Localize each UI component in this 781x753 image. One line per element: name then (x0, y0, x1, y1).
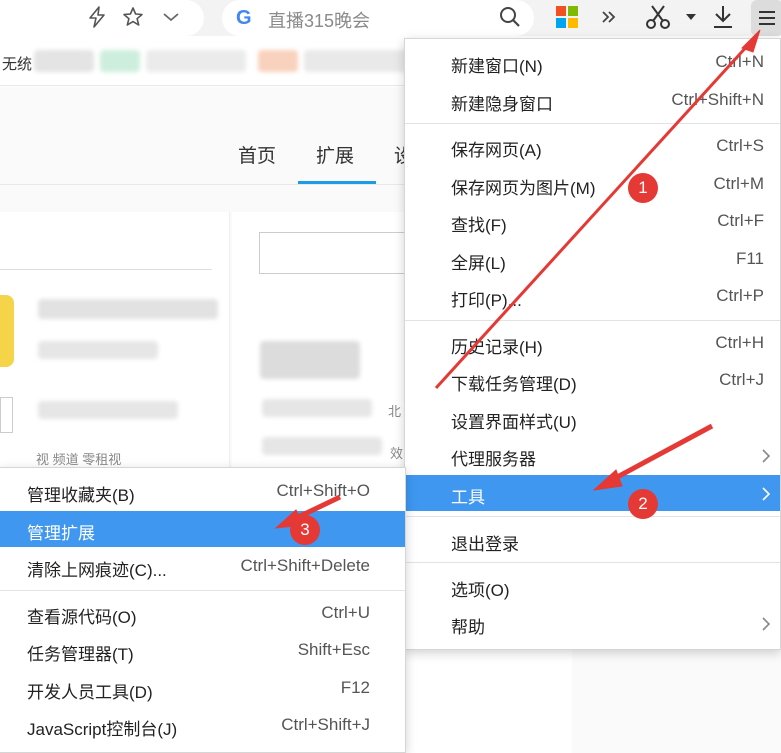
search-box[interactable]: G 直播315晚会 (222, 0, 534, 36)
blurred-text (262, 399, 372, 417)
menu-item-ui-style[interactable]: 设置界面样式(U) (405, 400, 780, 436)
double-chevron-icon[interactable] (594, 2, 624, 32)
menu-item-task-manager[interactable]: 任务管理器(T) Shift+Esc (0, 632, 405, 668)
menu-item-logout[interactable]: 退出登录 (405, 522, 780, 558)
chevron-down-icon[interactable] (156, 2, 186, 32)
search-icon[interactable] (498, 5, 522, 34)
step-badge-3: 3 (290, 515, 320, 545)
apps-grid-icon[interactable] (552, 2, 582, 32)
blurred-text (38, 299, 218, 319)
step-badge-1: 1 (628, 173, 658, 203)
menu-item-tools[interactable]: 工具 (405, 475, 780, 511)
tab-extensions[interactable]: 扩展 (316, 141, 354, 168)
download-icon[interactable] (708, 2, 738, 32)
hamburger-menu-icon[interactable] (751, 0, 781, 36)
blurred-text (38, 401, 178, 419)
blurred-bookmark[interactable] (100, 50, 140, 72)
tab-home[interactable]: 首页 (238, 141, 276, 168)
checkbox[interactable] (0, 397, 13, 433)
menu-item-developer-tools[interactable]: 开发人员工具(D) F12 (0, 670, 405, 706)
scissors-dropdown-icon[interactable] (676, 2, 706, 32)
menu-separator (0, 590, 405, 591)
blurred-bookmark[interactable] (304, 50, 414, 72)
browser-main-menu: 新建窗口(N) Ctrl+N 新建隐身窗口 Ctrl+Shift+N 保存网页(… (404, 38, 781, 650)
menu-item-proxy-server[interactable]: 代理服务器 (405, 437, 780, 473)
divider (0, 269, 212, 270)
bookmark-item[interactable]: 无统 (2, 53, 32, 74)
menu-item-manage-bookmarks[interactable]: 管理收藏夹(B) Ctrl+Shift+O (0, 473, 405, 509)
browser-toolbar: G 直播315晚会 (0, 0, 781, 36)
star-icon[interactable] (118, 2, 148, 32)
step-badge-2: 2 (628, 489, 658, 519)
menu-item-history[interactable]: 历史记录(H) Ctrl+H (405, 325, 780, 361)
blurred-text (262, 437, 382, 455)
menu-item-save-page[interactable]: 保存网页(A) Ctrl+S (405, 128, 780, 164)
menu-item-save-page-as-image[interactable]: 保存网页为图片(M) Ctrl+M (405, 166, 780, 202)
menu-item-clear-browsing-data[interactable]: 清除上网痕迹(C)... Ctrl+Shift+Delete (0, 548, 405, 584)
partial-text: 效 (390, 446, 404, 461)
menu-item-find[interactable]: 查找(F) Ctrl+F (405, 203, 780, 239)
menu-item-new-incognito-window[interactable]: 新建隐身窗口 Ctrl+Shift+N (405, 82, 780, 118)
menu-item-downloads[interactable]: 下载任务管理(D) Ctrl+J (405, 362, 780, 398)
chevron-right-icon (762, 448, 771, 468)
menu-separator (405, 516, 780, 517)
menu-item-print[interactable]: 打印(P)... Ctrl+P (405, 278, 780, 314)
menu-item-options[interactable]: 选项(O) (405, 568, 780, 604)
menu-item-manage-extensions[interactable]: 管理扩展 (0, 511, 405, 547)
tools-submenu: 管理收藏夹(B) Ctrl+Shift+O 管理扩展 清除上网痕迹(C)... … (0, 467, 406, 753)
menu-separator (405, 123, 780, 124)
lightning-icon[interactable] (82, 2, 112, 32)
blurred-bookmark[interactable] (146, 50, 246, 72)
blurred-text (38, 341, 158, 359)
blurred-bookmark[interactable] (258, 50, 298, 72)
google-logo-icon: G (236, 7, 252, 29)
search-placeholder: 直播315晚会 (268, 11, 371, 31)
blurred-text (260, 341, 360, 379)
menu-item-view-source[interactable]: 查看源代码(O) Ctrl+U (0, 595, 405, 631)
menu-separator (405, 320, 780, 321)
menu-item-fullscreen[interactable]: 全屏(L) F11 (405, 241, 780, 277)
menu-item-new-window[interactable]: 新建窗口(N) Ctrl+N (405, 44, 780, 80)
chevron-right-icon (762, 616, 771, 636)
partial-text: 北 (388, 404, 402, 419)
extension-icon (0, 295, 14, 367)
menu-item-javascript-console[interactable]: JavaScript控制台(J) Ctrl+Shift+J (0, 707, 405, 743)
blurred-bookmark[interactable] (34, 50, 94, 72)
chevron-right-icon (762, 486, 771, 506)
menu-item-help[interactable]: 帮助 (405, 605, 780, 641)
scissors-icon[interactable] (643, 2, 673, 32)
partial-text: 视 频道 零租视 (36, 452, 122, 467)
menu-separator (405, 562, 780, 563)
